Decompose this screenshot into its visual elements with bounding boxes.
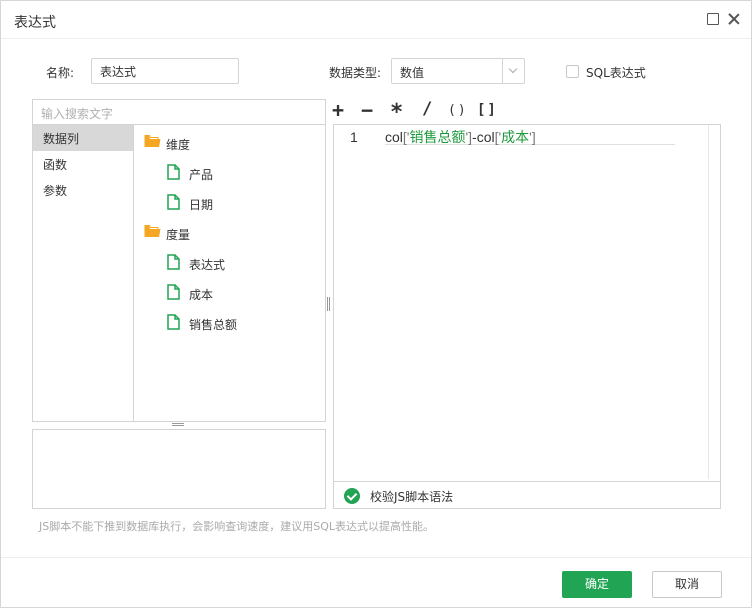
validate-js-syntax-label[interactable]: 校验JS脚本语法 [370,488,453,505]
horizontal-resize-handle[interactable] [172,423,184,427]
file-icon [167,254,180,270]
tree-folder-label: 维度 [166,138,191,152]
sql-expression-label[interactable]: SQL表达式 [586,64,646,81]
code-token: '] [529,129,536,145]
code-token: -col [472,129,495,145]
minus-operator-button[interactable]: − [361,98,373,122]
title-bar: 表达式 [1,1,751,39]
category-item-columns[interactable]: 数据列 [33,125,133,151]
file-icon [167,314,180,330]
file-icon [167,164,180,180]
tree-item-label: 产品 [189,168,214,182]
close-icon[interactable] [728,13,740,25]
tree-folder-label: 度量 [166,228,191,242]
cancel-button[interactable]: 取消 [652,571,722,598]
sql-expression-checkbox[interactable] [566,65,579,78]
field-tree: 维度 产品 日期 度量 表达式 成本 销售总额 [135,125,325,421]
vertical-resize-handle[interactable] [327,297,331,311]
field-browser: 输入搜索文字 数据列 函数 参数 维度 产品 日期 度量 表达式 成本 销售总额 [32,99,326,422]
code-token: 成本 [501,129,530,145]
dialog-title: 表达式 [14,15,56,31]
data-type-select[interactable]: 数值 [391,58,525,84]
performance-hint: JS脚本不能下推到数据库执行，会影响查询速度，建议用SQL表达式以提高性能。 [39,520,434,533]
category-item-functions[interactable]: 函数 [33,151,133,177]
code-token: 销售总额 [409,129,466,145]
expression-dialog: 表达式 名称: 表达式 数据类型: 数值 SQL表达式 输入搜索文字 数据列 函… [0,0,752,608]
tree-item-label: 表达式 [189,258,226,272]
code-token: col [385,129,403,145]
brackets-button[interactable]: [] [477,102,498,118]
folder-icon [144,135,161,147]
check-circle-icon[interactable] [344,488,360,504]
script-editor[interactable]: 1 col['销售总额']-col['成本'] 校验JS脚本语法 [333,124,721,509]
editor-right-margin [708,125,709,479]
tree-item-label: 销售总额 [189,318,238,332]
parentheses-button[interactable]: () [448,103,468,118]
category-item-parameters[interactable]: 参数 [33,177,133,203]
data-type-value: 数值 [400,66,425,80]
code-line[interactable]: col['销售总额']-col['成本'] [385,127,675,145]
name-input[interactable]: 表达式 [91,58,239,84]
dialog-footer [1,557,751,607]
category-list: 数据列 函数 参数 [33,125,134,421]
line-number: 1 [350,129,358,145]
file-icon [167,194,180,210]
editor-footer: 校验JS脚本语法 [334,481,720,508]
divide-operator-button[interactable]: / [422,99,432,119]
multiply-operator-button[interactable]: * [390,100,403,125]
file-icon [167,284,180,300]
search-input[interactable]: 输入搜索文字 [33,100,325,125]
folder-icon [144,225,161,237]
plus-operator-button[interactable]: + [332,98,344,122]
tree-item-label: 成本 [189,288,214,302]
chevron-down-icon[interactable] [502,59,525,83]
data-type-label: 数据类型: [329,66,382,80]
description-box [32,429,326,509]
name-label: 名称: [46,66,75,80]
tree-item-label: 日期 [189,198,214,212]
maximize-icon[interactable] [707,13,719,25]
ok-button[interactable]: 确定 [562,571,632,598]
